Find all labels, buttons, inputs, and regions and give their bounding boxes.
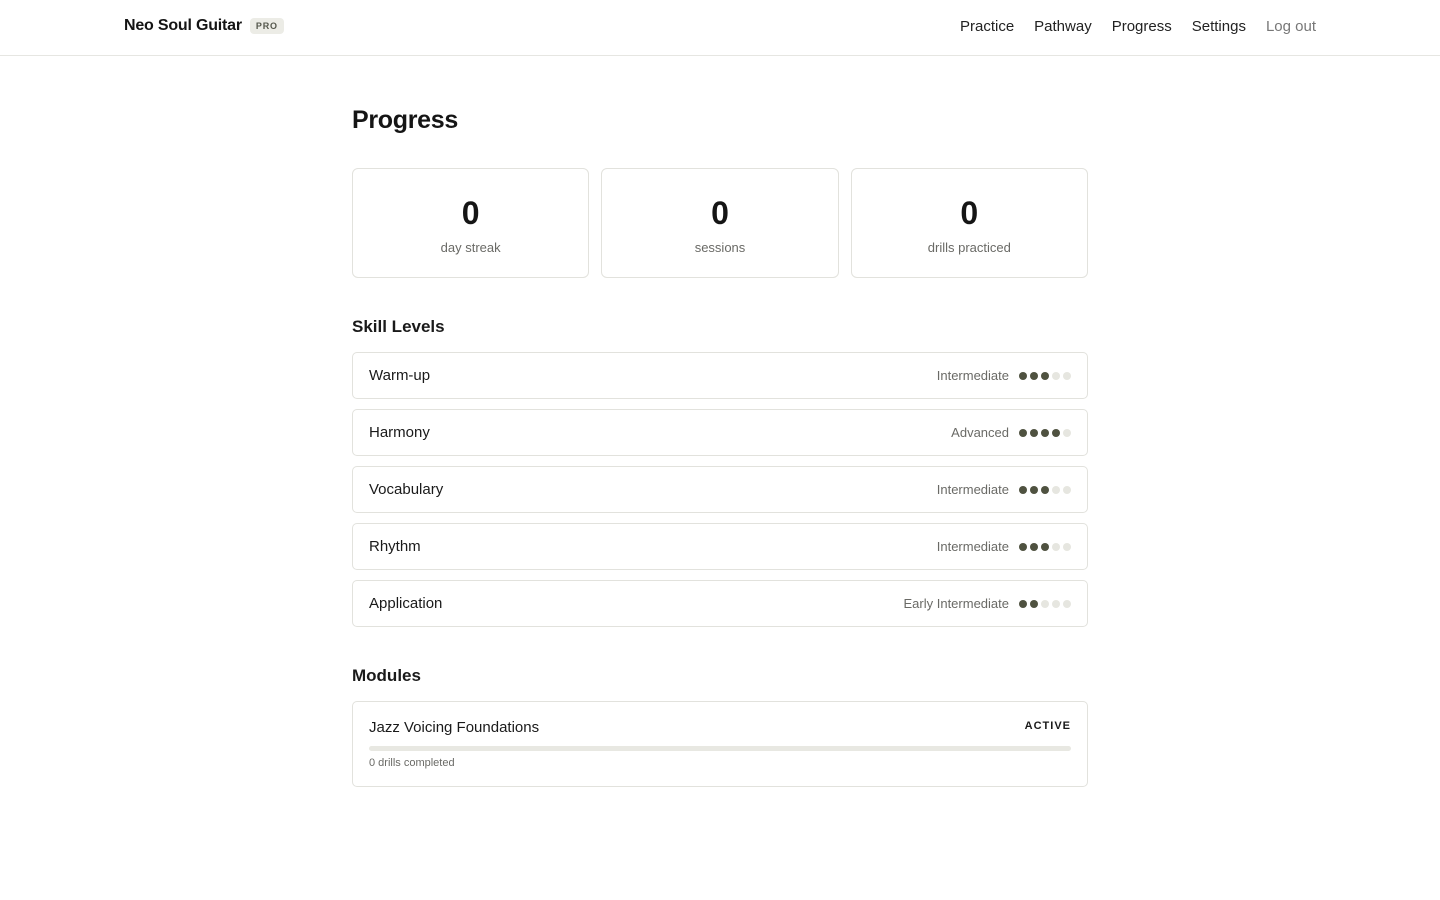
skill-level-label: Early Intermediate — [903, 596, 1010, 611]
skill-row-warm-up: Warm-up Intermediate — [352, 352, 1088, 399]
skill-level-dots — [1019, 542, 1071, 551]
stats-row: 0 day streak 0 sessions 0 drills practic… — [352, 168, 1088, 278]
skill-levels-heading: Skill Levels — [352, 317, 445, 336]
skill-level-group: Intermediate — [937, 368, 1071, 383]
level-dot-filled — [1030, 599, 1038, 608]
level-dot-empty — [1052, 371, 1060, 380]
level-dot-filled — [1030, 371, 1038, 380]
stat-label: day streak — [440, 240, 501, 255]
skill-level-group: Early Intermediate — [903, 596, 1071, 611]
level-dot-filled — [1041, 428, 1049, 437]
skill-level-dots — [1019, 428, 1071, 437]
module-name: Jazz Voicing Foundations — [369, 719, 540, 736]
skill-level-label: Intermediate — [936, 539, 1009, 554]
level-dot-filled — [1041, 371, 1049, 380]
level-dot-filled — [1030, 428, 1038, 437]
pro-badge: PRO — [249, 18, 284, 34]
level-dot-filled — [1019, 542, 1027, 551]
stat-card-day-streak: 0 day streak — [352, 168, 590, 278]
skill-level-dots — [1019, 485, 1071, 494]
level-dot-filled — [1041, 485, 1049, 494]
brand-name[interactable]: Neo Soul Guitar — [124, 17, 242, 35]
level-dot-filled — [1019, 485, 1027, 494]
skill-level-dots — [1019, 599, 1071, 608]
module-status-badge: ACTIVE — [1024, 720, 1071, 732]
modules-heading: Modules — [352, 666, 421, 685]
skill-name: Application — [369, 595, 443, 612]
level-dot-empty — [1063, 485, 1071, 494]
level-dot-filled — [1019, 599, 1027, 608]
stat-card-sessions: 0 sessions — [601, 168, 839, 278]
module-drills-completed: 0 drills completed — [369, 757, 455, 769]
skill-level-group: Advanced — [951, 425, 1071, 440]
module-card-jazz-voicing-foundations[interactable]: Jazz Voicing Foundations ACTIVE 0 drills… — [352, 701, 1088, 787]
skill-level-label: Intermediate — [936, 482, 1009, 497]
stat-label: sessions — [694, 240, 746, 255]
module-progress-bar — [369, 746, 1071, 751]
level-dot-empty — [1063, 428, 1071, 437]
level-dot-empty — [1063, 542, 1071, 551]
skill-row-application: Application Early Intermediate — [352, 580, 1088, 627]
stat-label: drills practiced — [927, 240, 1011, 255]
stat-card-drills-practiced: 0 drills practiced — [850, 168, 1088, 278]
level-dot-empty — [1052, 599, 1060, 608]
brand[interactable]: Neo Soul Guitar PRO — [124, 17, 284, 35]
main-nav: Practice Pathway Progress Settings Log o… — [940, 18, 1316, 35]
stat-value: 0 — [711, 195, 729, 231]
skill-name: Vocabulary — [369, 481, 444, 498]
stat-value: 0 — [461, 195, 480, 231]
level-dot-empty — [1041, 599, 1049, 608]
skill-level-label: Advanced — [951, 425, 1009, 440]
skill-name: Rhythm — [369, 538, 421, 555]
level-dot-filled — [1052, 428, 1060, 437]
level-dot-empty — [1063, 371, 1071, 380]
page-title: Progress — [352, 106, 458, 134]
nav-item-settings[interactable]: Settings — [1192, 18, 1246, 35]
logout-button[interactable]: Log out — [1266, 18, 1316, 35]
level-dot-filled — [1030, 485, 1038, 494]
stat-value: 0 — [960, 195, 979, 231]
level-dot-filled — [1019, 371, 1027, 380]
level-dot-empty — [1052, 542, 1060, 551]
top-navigation-bar: Neo Soul Guitar PRO Practice Pathway Pro… — [0, 0, 1440, 56]
level-dot-empty — [1052, 485, 1060, 494]
level-dot-filled — [1030, 542, 1038, 551]
nav-item-progress[interactable]: Progress — [1112, 18, 1172, 35]
level-dot-filled — [1041, 542, 1049, 551]
skill-list: Warm-up Intermediate Harmony Advanced Vo… — [352, 352, 1088, 637]
skill-level-group: Intermediate — [937, 539, 1071, 554]
skill-level-dots — [1019, 371, 1071, 380]
nav-item-practice[interactable]: Practice — [960, 18, 1014, 35]
skill-name: Warm-up — [369, 367, 431, 384]
nav-item-pathway[interactable]: Pathway — [1034, 18, 1092, 35]
skill-row-vocabulary: Vocabulary Intermediate — [352, 466, 1088, 513]
level-dot-filled — [1019, 428, 1027, 437]
level-dot-empty — [1063, 599, 1071, 608]
skill-row-rhythm: Rhythm Intermediate — [352, 523, 1088, 570]
skill-name: Harmony — [369, 424, 430, 441]
skill-level-label: Intermediate — [936, 368, 1009, 383]
skill-level-group: Intermediate — [937, 482, 1071, 497]
skill-row-harmony: Harmony Advanced — [352, 409, 1088, 456]
